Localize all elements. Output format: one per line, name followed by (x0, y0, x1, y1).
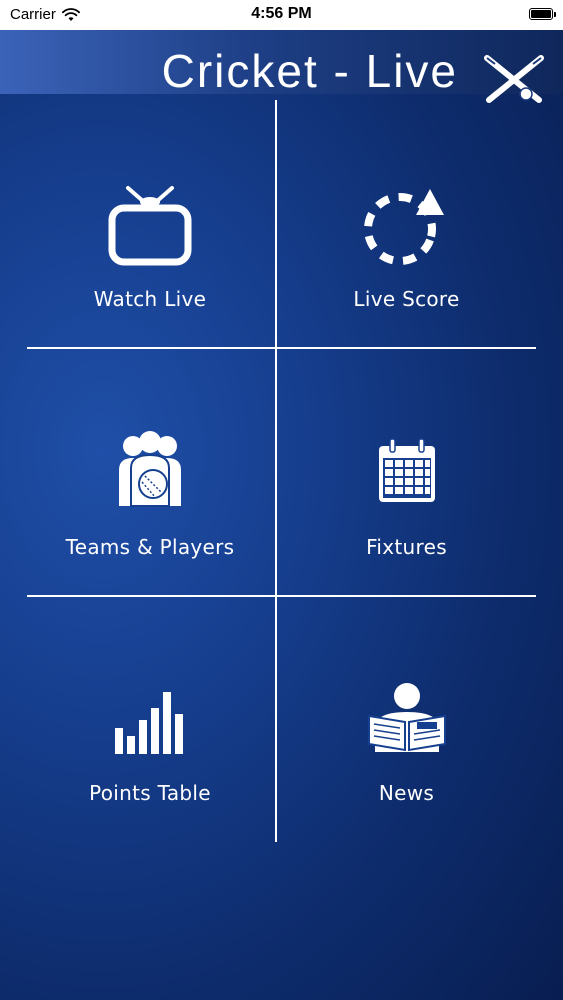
menu-item-label: Points Table (89, 781, 211, 805)
menu-item-live-score[interactable]: Live Score (277, 102, 536, 346)
menu-grid: Watch Live Live Score Teams & Players Fi… (0, 0, 563, 1000)
grid-divider-horizontal (27, 595, 536, 597)
menu-item-points-table[interactable]: Points Table (27, 598, 273, 842)
menu-item-label: Fixtures (366, 535, 447, 559)
menu-item-news[interactable]: News (277, 598, 536, 842)
bar-chart-icon (115, 692, 183, 754)
menu-item-label: News (378, 781, 435, 805)
menu-item-label: Live Score (353, 287, 460, 311)
menu-item-fixtures[interactable]: Fixtures (277, 350, 536, 594)
grid-divider-horizontal (27, 347, 536, 349)
newspaper-reader-icon (367, 683, 446, 752)
tv-icon (108, 186, 192, 266)
menu-item-watch-live[interactable]: Watch Live (27, 102, 273, 346)
menu-item-label: Watch Live (93, 287, 207, 311)
calendar-icon (378, 438, 435, 502)
menu-item-teams-players[interactable]: Teams & Players (27, 350, 273, 594)
menu-item-label: Teams & Players (65, 535, 235, 559)
refresh-cycle-icon (363, 189, 444, 265)
team-players-icon (119, 431, 181, 507)
